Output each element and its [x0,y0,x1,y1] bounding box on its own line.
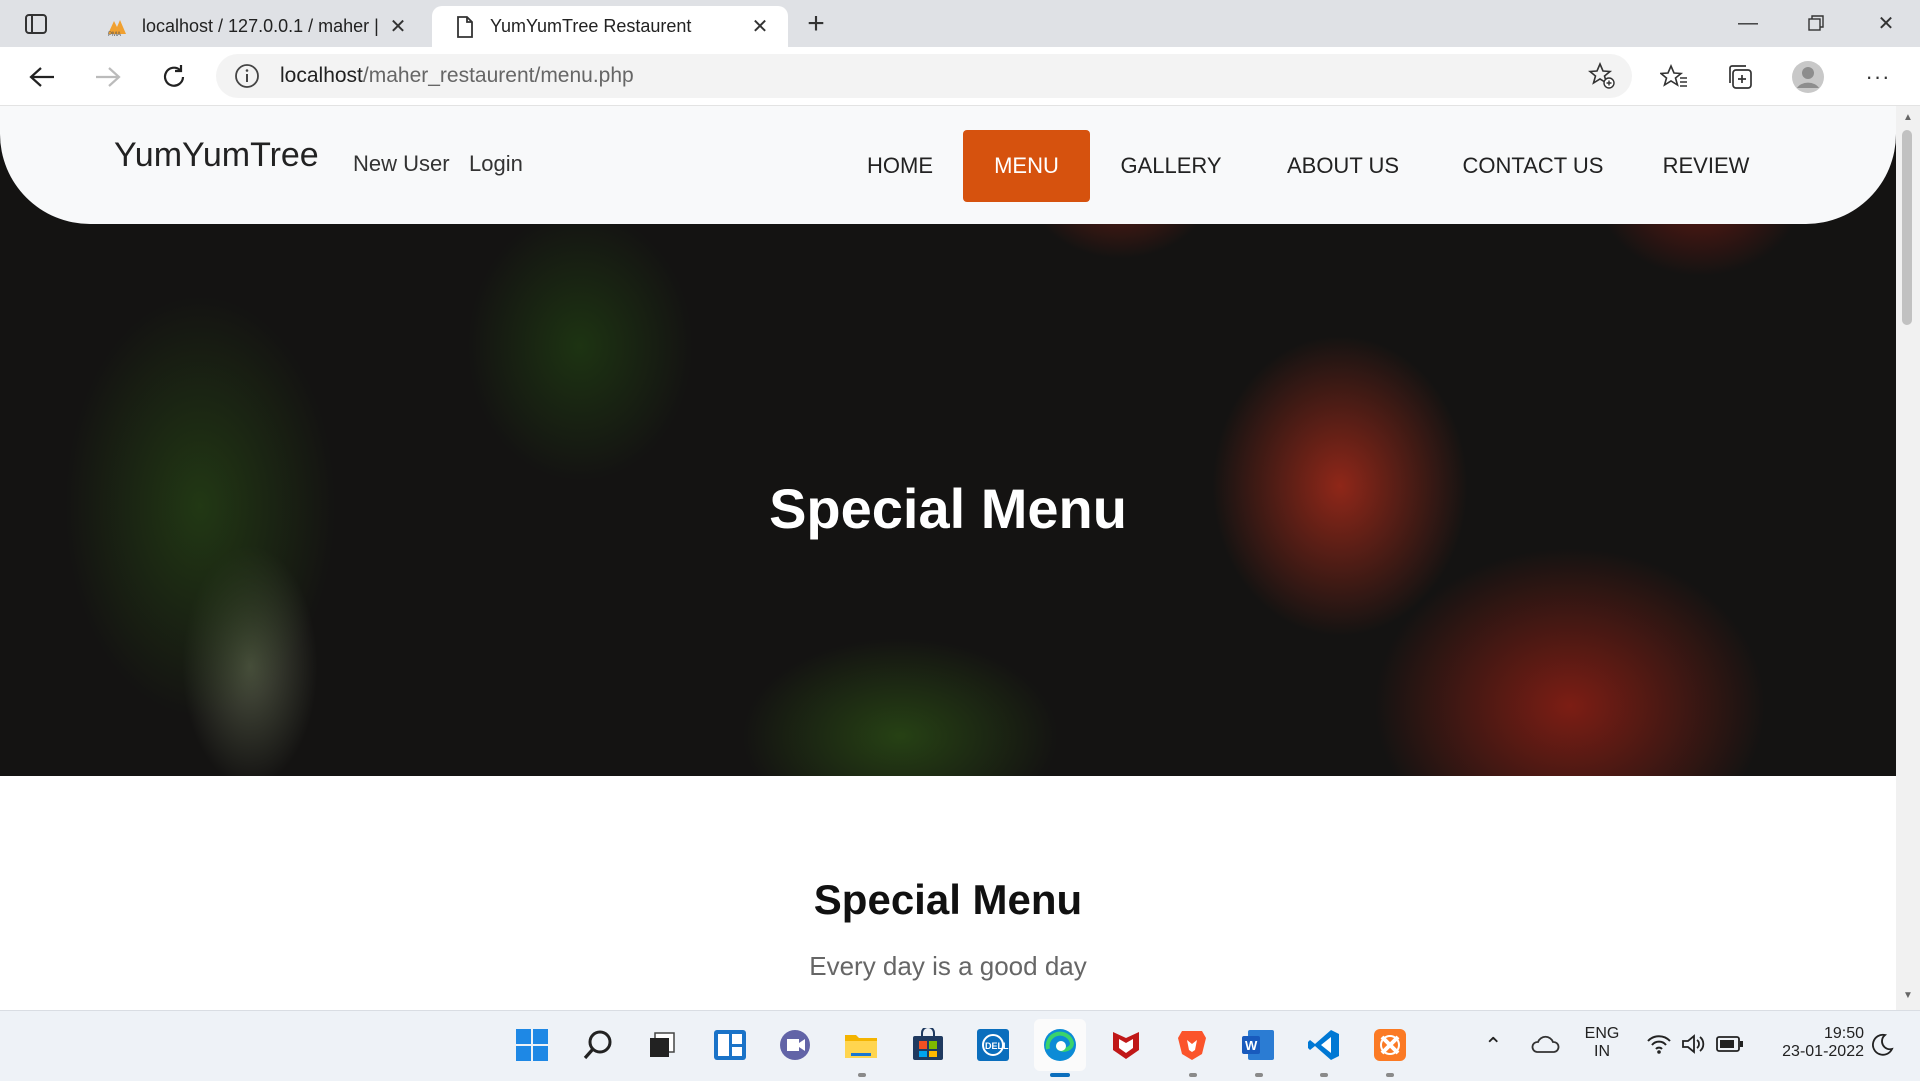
profile-avatar-icon[interactable] [1792,61,1824,93]
active-indicator [1050,1073,1070,1077]
svg-text:PMA: PMA [108,32,121,37]
browser-toolbar: localhost/maher_restaurent/menu.php ··· [0,47,1920,106]
add-favorite-icon[interactable] [1587,61,1616,95]
tab-title: YumYumTree Restaurent [490,16,692,36]
nav-home[interactable]: HOME [850,130,950,202]
new-tab-icon[interactable]: + [802,7,830,40]
nav-gallery[interactable]: GALLERY [1108,130,1234,202]
hero-title: Special Menu [769,477,1127,540]
region-code: IN [1594,1043,1610,1060]
language-code: ENG [1584,1025,1620,1042]
volume-icon[interactable] [1680,1033,1706,1060]
wifi-icon[interactable] [1646,1033,1672,1060]
close-tab-icon[interactable]: ✕ [746,14,774,39]
back-icon[interactable] [24,59,60,95]
windows-taskbar: DELL W ⌃ ENG IN 19:50 23-01-2022 [0,1010,1920,1081]
section-subtitle: Every day is a good day [809,951,1087,981]
onedrive-icon[interactable] [1530,1033,1560,1060]
site-header: YumYumTree New User Login HOME MENU GALL… [0,106,1896,224]
store-icon[interactable] [908,1025,948,1065]
tab-title: localhost / 127.0.0.1 / maher | ph [142,16,384,36]
page-viewport: Special Menu YumYumTree New User Login H… [0,106,1896,1010]
new-user-link[interactable]: New User [353,151,450,177]
collections-icon[interactable] [1724,61,1756,93]
tab-yumyumtree[interactable]: YumYumTree Restaurent ✕ [432,6,788,47]
refresh-icon[interactable] [156,59,192,95]
widgets-icon[interactable] [710,1025,750,1065]
page-icon [454,15,476,38]
word-icon[interactable]: W [1238,1025,1278,1065]
svg-text:W: W [1245,1038,1258,1053]
address-bar[interactable]: localhost/maher_restaurent/menu.php [216,54,1632,98]
running-indicator [858,1073,866,1077]
phpmyadmin-icon: PMA [106,16,128,38]
restore-icon[interactable] [1788,8,1844,38]
start-icon[interactable] [512,1025,552,1065]
focus-assist-icon[interactable] [1870,1033,1894,1062]
teams-chat-icon[interactable] [775,1025,815,1065]
nav-review[interactable]: REVIEW [1652,130,1760,202]
running-indicator [1320,1073,1328,1077]
scroll-down-icon[interactable]: ▼ [1898,990,1918,1006]
mcafee-icon[interactable] [1106,1025,1146,1065]
nav-about-us[interactable]: ABOUT US [1270,130,1416,202]
task-view-icon[interactable] [642,1025,682,1065]
login-link[interactable]: Login [469,151,523,177]
search-icon[interactable] [578,1025,618,1065]
vscode-icon[interactable] [1304,1025,1344,1065]
clock-date: 23-01-2022 [1782,1043,1864,1060]
forward-icon[interactable] [90,59,126,95]
url-text: localhost/maher_restaurent/menu.php [280,64,634,88]
url-path: /maher_restaurent/menu.php [362,64,634,87]
tab-actions-icon[interactable] [22,10,50,38]
nav-menu[interactable]: MENU [963,130,1090,202]
minimize-icon[interactable]: — [1720,8,1776,38]
running-indicator [1189,1073,1197,1077]
clock[interactable]: 19:50 23-01-2022 [1758,1025,1864,1061]
svg-text:DELL: DELL [985,1041,1009,1051]
show-hidden-icons-icon[interactable]: ⌃ [1484,1033,1502,1059]
scroll-up-icon[interactable]: ▲ [1898,112,1918,128]
nav-contact-us[interactable]: CONTACT US [1450,130,1616,202]
dell-icon[interactable]: DELL [973,1025,1013,1065]
site-info-icon[interactable] [234,63,260,89]
xampp-icon[interactable] [1370,1025,1410,1065]
brave-icon[interactable] [1172,1025,1212,1065]
tab-phpmyadmin[interactable]: PMA localhost / 127.0.0.1 / maher | ph ✕ [84,6,426,47]
battery-icon[interactable] [1716,1035,1744,1058]
running-indicator [1255,1073,1263,1077]
close-window-icon[interactable]: ✕ [1858,8,1914,38]
url-host: localhost [280,64,363,87]
language-indicator[interactable]: ENG IN [1578,1025,1626,1061]
more-options-icon[interactable]: ··· [1862,61,1894,93]
clock-time: 19:50 [1823,1025,1864,1042]
brand-logo[interactable]: YumYumTree [114,136,319,175]
close-tab-icon[interactable]: ✕ [384,14,412,39]
favorites-icon[interactable] [1658,61,1690,93]
browser-tab-strip: PMA localhost / 127.0.0.1 / maher | ph ✕… [0,0,1920,47]
running-indicator [1386,1073,1394,1077]
edge-icon[interactable] [1034,1019,1086,1071]
scroll-thumb[interactable] [1902,130,1912,325]
section-title: Special Menu [813,876,1083,923]
file-explorer-icon[interactable] [841,1025,881,1065]
